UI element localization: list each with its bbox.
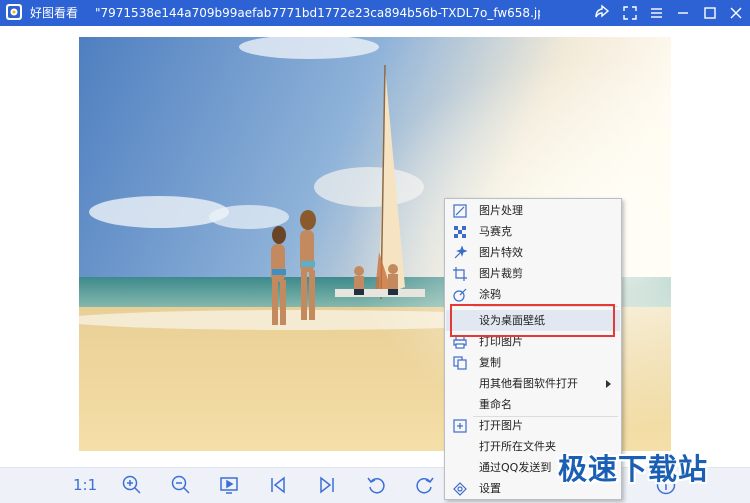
zoom-out-icon[interactable] (170, 474, 192, 496)
open-image-icon (453, 419, 467, 433)
file-name: "7971538e144a709b99aefab7771bd1772e23ca8… (95, 6, 540, 20)
menu-item-label: 通过QQ发送到 (479, 461, 552, 474)
first-image-icon[interactable] (267, 474, 289, 496)
menu-item-label: 设置 (479, 482, 501, 495)
menu-item-label: 涂鸦 (479, 288, 501, 301)
actual-size-button[interactable]: 1:1 (73, 474, 97, 496)
print-icon (453, 335, 467, 349)
menu-item-copy[interactable]: 复制 (446, 352, 620, 373)
settings-icon (453, 482, 467, 496)
menu-item-open-with[interactable]: 用其他看图软件打开 (446, 373, 620, 394)
watermark: 极速下载站 (558, 452, 709, 486)
mosaic-icon (453, 225, 467, 239)
submenu-arrow-icon (606, 380, 611, 388)
menu-item-label: 图片特效 (479, 246, 523, 259)
menu-item-label: 打开图片 (479, 419, 523, 432)
menu-item-image-edit[interactable]: 图片处理 (446, 200, 620, 221)
menu-item-label: 打开所在文件夹 (479, 440, 556, 453)
highlight-box (450, 304, 615, 337)
app-name: 好图看看 (30, 6, 79, 20)
maximize-icon[interactable] (700, 3, 720, 23)
image-edit-icon (453, 204, 467, 218)
menu-icon[interactable] (646, 3, 666, 23)
menu-item-label: 马赛克 (479, 225, 512, 238)
fullscreen-icon[interactable] (620, 3, 640, 23)
menu-item-crop[interactable]: 图片裁剪 (446, 263, 620, 284)
crop-icon (453, 267, 467, 281)
menu-item-mosaic[interactable]: 马赛克 (446, 221, 620, 242)
copy-icon (453, 356, 467, 370)
title-bar: 好图看看 "7971538e144a709b99aefab7771bd1772e… (0, 0, 750, 26)
close-icon[interactable] (726, 3, 746, 23)
menu-item-rename[interactable]: 重命名 (446, 394, 620, 415)
menu-item-label: 图片处理 (479, 204, 523, 217)
menu-item-effects[interactable]: 图片特效 (446, 242, 620, 263)
minimize-icon[interactable] (673, 3, 693, 23)
rotate-left-icon[interactable] (365, 474, 387, 496)
zoom-in-icon[interactable] (121, 474, 143, 496)
menu-item-open-image[interactable]: 打开图片 (446, 415, 620, 436)
menu-item-label: 复制 (479, 356, 501, 369)
effects-icon (453, 246, 467, 260)
menu-item-label: 图片裁剪 (479, 267, 523, 280)
last-image-icon[interactable] (316, 474, 338, 496)
rotate-right-icon[interactable] (414, 474, 436, 496)
app-logo-icon (6, 4, 22, 20)
menu-item-label: 重命名 (479, 398, 512, 411)
menu-item-doodle[interactable]: 涂鸦 (446, 284, 620, 305)
menu-item-label: 用其他看图软件打开 (479, 377, 578, 390)
doodle-icon (453, 288, 467, 302)
share-icon[interactable] (592, 3, 612, 23)
slideshow-icon[interactable] (218, 474, 240, 496)
